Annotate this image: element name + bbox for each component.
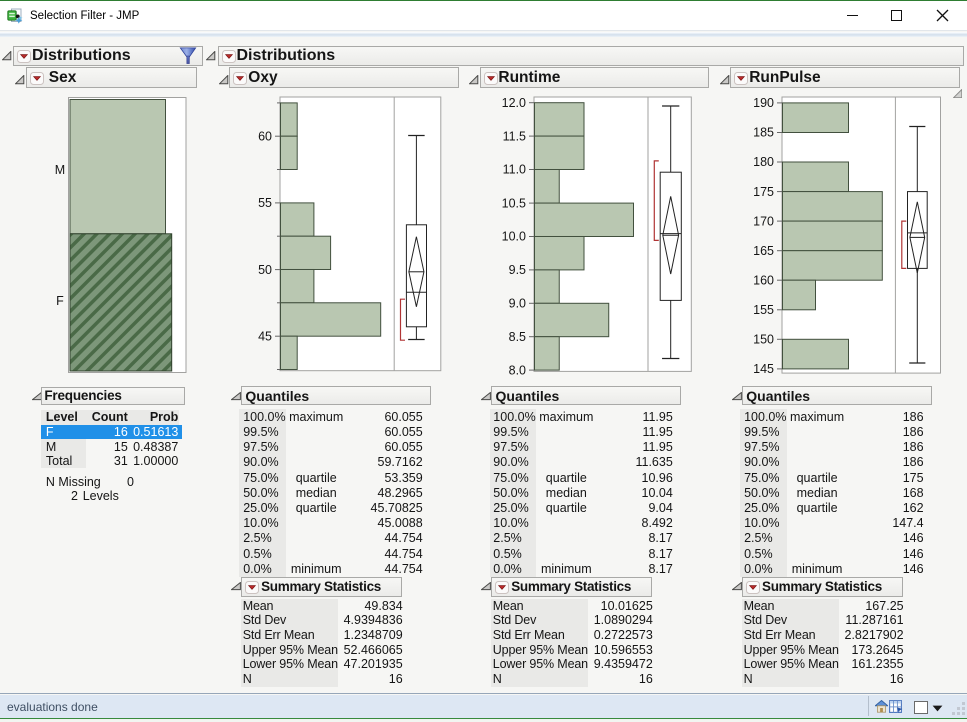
- svg-text:170: 170: [753, 214, 774, 228]
- svg-text:145: 145: [753, 362, 774, 376]
- svg-text:185: 185: [753, 125, 774, 139]
- svg-text:11.0: 11.0: [502, 163, 525, 177]
- svg-text:8.5: 8.5: [508, 330, 525, 344]
- svg-text:9.5: 9.5: [508, 263, 525, 277]
- svg-text:F: F: [56, 294, 64, 308]
- svg-text:175: 175: [753, 184, 774, 198]
- svg-text:11.5: 11.5: [502, 129, 525, 143]
- svg-text:190: 190: [753, 96, 774, 110]
- svg-text:M: M: [55, 163, 65, 177]
- svg-text:10.0: 10.0: [501, 230, 525, 244]
- svg-text:50: 50: [258, 263, 272, 277]
- svg-text:55: 55: [258, 196, 272, 210]
- svg-text:160: 160: [753, 273, 774, 287]
- svg-text:165: 165: [753, 244, 774, 258]
- svg-text:8.0: 8.0: [508, 363, 525, 375]
- svg-text:150: 150: [753, 332, 774, 346]
- svg-text:10.5: 10.5: [501, 196, 525, 210]
- svg-text:60: 60: [258, 129, 272, 143]
- svg-text:9.0: 9.0: [508, 297, 525, 311]
- svg-text:45: 45: [258, 329, 272, 343]
- svg-text:12.0: 12.0: [501, 96, 525, 110]
- svg-text:155: 155: [753, 303, 774, 317]
- svg-text:180: 180: [753, 155, 774, 169]
